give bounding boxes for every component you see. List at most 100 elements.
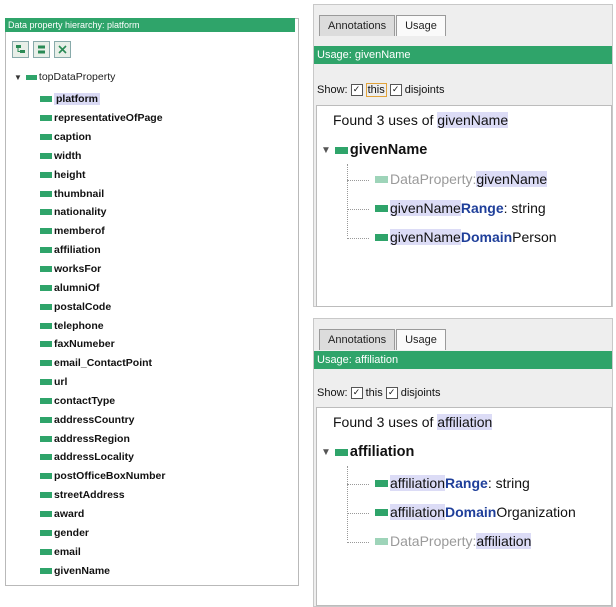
- found-uses-text: Found 3 uses of affiliation: [333, 414, 493, 430]
- usage-item[interactable]: DataProperty: affiliation: [375, 533, 532, 549]
- this-option[interactable]: this: [365, 83, 387, 97]
- usage-title-bar: Usage: givenName: [314, 46, 612, 64]
- hierarchy-item[interactable]: streetAddress: [40, 486, 165, 505]
- hierarchy-item-label: addressRegion: [54, 432, 130, 445]
- hierarchy-item[interactable]: nationality: [40, 203, 165, 222]
- tab-bar: Annotations Usage: [319, 329, 447, 350]
- tab-usage[interactable]: Usage: [396, 329, 446, 350]
- hierarchy-item[interactable]: gender: [40, 523, 165, 542]
- show-options: Show: ✓ this ✓ disjoints: [317, 387, 440, 399]
- expand-triangle-icon[interactable]: ▼: [321, 145, 331, 156]
- hierarchy-item[interactable]: url: [40, 373, 165, 392]
- delete-icon[interactable]: [54, 41, 71, 58]
- hierarchy-item-label: affiliation: [54, 244, 101, 257]
- tree-connector: [347, 209, 369, 210]
- hierarchy-item[interactable]: memberof: [40, 222, 165, 241]
- hierarchy-item-label: width: [54, 149, 82, 162]
- usage-item-name: givenName: [390, 200, 461, 216]
- hierarchy-item[interactable]: alumniOf: [40, 278, 165, 297]
- hierarchy-item[interactable]: contactType: [40, 392, 165, 411]
- hierarchy-item-label: postalCode: [54, 300, 112, 313]
- hierarchy-item[interactable]: worksFor: [40, 260, 165, 279]
- hierarchy-item-label: representativeOfPage: [54, 112, 163, 125]
- hierarchy-item[interactable]: email_ContactPoint: [40, 354, 165, 373]
- usage-results: Found 3 uses of givenName ▼ givenName Da…: [316, 105, 612, 307]
- tab-bar: Annotations Usage: [319, 15, 447, 36]
- data-property-icon: [40, 548, 52, 555]
- found-uses-text: Found 3 uses of givenName: [333, 112, 509, 128]
- data-property-icon: [334, 448, 348, 456]
- hierarchy-item-label: addressLocality: [54, 451, 134, 464]
- this-checkbox[interactable]: ✓: [385, 387, 398, 399]
- usage-item-value: : string: [487, 475, 530, 491]
- tab-usage[interactable]: Usage: [396, 15, 446, 36]
- hierarchy-item[interactable]: thumbnail: [40, 184, 165, 203]
- hierarchy-item[interactable]: award: [40, 505, 165, 524]
- add-subproperty-icon[interactable]: [12, 41, 29, 58]
- usage-root-label: givenName: [349, 142, 428, 158]
- data-property-icon: [375, 175, 388, 183]
- tab-annotations[interactable]: Annotations: [319, 15, 396, 36]
- hierarchy-item[interactable]: affiliation: [40, 241, 165, 260]
- hierarchy-item[interactable]: email: [40, 542, 165, 561]
- hierarchy-item[interactable]: givenName: [40, 561, 165, 580]
- usage-item[interactable]: affiliation Range: string: [375, 475, 530, 491]
- tree-root-topdataproperty[interactable]: ▼ topDataProperty: [14, 71, 115, 83]
- hierarchy-item[interactable]: faxNumeber: [40, 335, 165, 354]
- hierarchy-item-label: caption: [54, 131, 92, 144]
- hierarchy-item[interactable]: addressLocality: [40, 448, 165, 467]
- tab-annotations[interactable]: Annotations: [319, 329, 396, 350]
- found-name: givenName: [437, 112, 509, 128]
- hierarchy-item-label: award: [54, 507, 85, 520]
- data-property-icon: [40, 266, 52, 273]
- tree-connector: [347, 466, 348, 540]
- hierarchy-item-label: url: [54, 376, 68, 389]
- usage-root-label: affiliation: [349, 444, 415, 460]
- this-checkbox[interactable]: ✓: [389, 84, 402, 96]
- data-property-icon: [40, 341, 52, 348]
- data-property-icon: [375, 204, 388, 212]
- tree-root-label: topDataProperty: [38, 71, 116, 83]
- disjoints-label: disjoints: [404, 84, 445, 96]
- data-property-icon: [40, 435, 52, 442]
- hierarchy-item[interactable]: width: [40, 147, 165, 166]
- hierarchy-item[interactable]: telephone: [40, 316, 165, 335]
- hierarchy-item[interactable]: caption: [40, 128, 165, 147]
- hierarchy-item[interactable]: addressCountry: [40, 410, 165, 429]
- hierarchy-item-label: telephone: [54, 319, 104, 332]
- usage-item-keyword: Domain: [445, 504, 497, 520]
- tree-connector: [347, 542, 369, 543]
- expand-triangle-icon[interactable]: ▼: [321, 447, 331, 458]
- hierarchy-item[interactable]: representativeOfPage: [40, 109, 165, 128]
- data-property-icon: [40, 492, 52, 499]
- usage-item-type: DataProperty:: [390, 171, 477, 187]
- usage-item[interactable]: DataProperty: givenName: [375, 171, 548, 187]
- hierarchy-item[interactable]: addressRegion: [40, 429, 165, 448]
- data-property-icon: [40, 152, 52, 159]
- data-property-icon: [40, 190, 52, 197]
- hierarchy-item[interactable]: platform: [40, 90, 165, 109]
- hierarchy-item-label: streetAddress: [54, 489, 125, 502]
- usage-tree-root[interactable]: ▼ givenName: [321, 142, 427, 158]
- usage-item-name: affiliation: [390, 504, 446, 520]
- disjoints-label: disjoints: [400, 387, 441, 399]
- hierarchy-item-label: email_ContactPoint: [54, 357, 153, 370]
- hierarchy-item[interactable]: height: [40, 165, 165, 184]
- usage-panel-givenname: Annotations Usage Usage: givenName Show:…: [313, 4, 613, 307]
- usage-item[interactable]: affiliation Domain Organization: [375, 504, 576, 520]
- add-sibling-icon[interactable]: [33, 41, 50, 58]
- usage-item[interactable]: givenName Domain Person: [375, 229, 557, 245]
- hierarchy-item[interactable]: postalCode: [40, 297, 165, 316]
- usage-tree-root[interactable]: ▼ affiliation: [321, 444, 414, 460]
- data-property-icon: [40, 303, 52, 310]
- hierarchy-title: Data property hierarchy: platform: [5, 18, 295, 32]
- usage-item[interactable]: givenName Range: string: [375, 200, 546, 216]
- show-all-checkbox[interactable]: ✓: [350, 387, 363, 399]
- show-label: Show:: [317, 387, 348, 399]
- show-all-checkbox[interactable]: ✓: [350, 84, 363, 96]
- hierarchy-item[interactable]: postOfficeBoxNumber: [40, 467, 165, 486]
- data-property-icon: [40, 228, 52, 235]
- data-property-icon: [375, 233, 388, 241]
- data-property-icon: [40, 171, 52, 178]
- expand-triangle-icon[interactable]: ▼: [14, 73, 22, 82]
